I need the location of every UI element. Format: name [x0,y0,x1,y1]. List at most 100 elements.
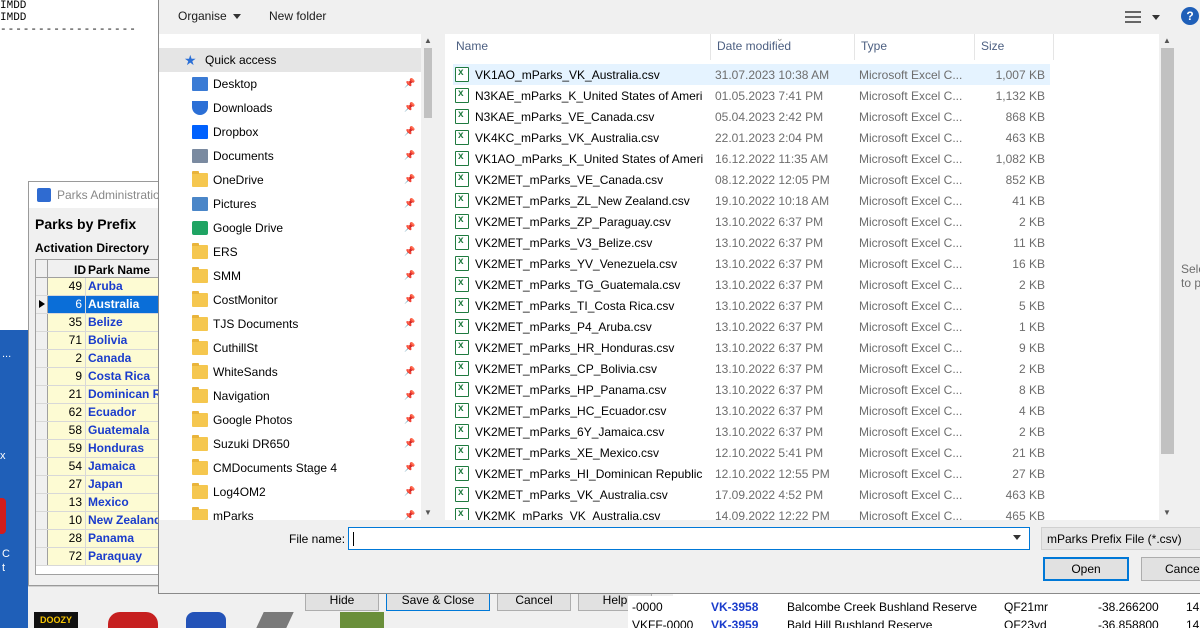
file-row[interactable]: VK2MET_mParks_HP_Panama.csv 13.10.2022 6:… [453,379,1050,400]
cancel-button[interactable]: Cance [1141,557,1200,581]
file-row[interactable]: VK2MET_mParks_V3_Belize.csv 13.10.2022 6:… [453,232,1050,253]
park-name-cell[interactable]: Paraquay [86,548,164,565]
nav-item[interactable]: CuthillSt 📌 [159,336,421,360]
row-selector[interactable] [36,296,48,313]
file-row[interactable]: VK2MET_mParks_ZL_New Zealand.csv 19.10.20… [453,190,1050,211]
nav-item[interactable]: Suzuki DR650 📌 [159,432,421,456]
new-folder-button[interactable]: New folder [269,9,326,23]
park-row[interactable]: 21 Dominican Re [36,386,164,404]
file-row[interactable]: VK1AO_mParks_K_United States of Ameri...… [453,148,1050,169]
nav-item[interactable]: Pictures 📌 [159,192,421,216]
scroll-up-icon[interactable]: ▲ [1163,36,1171,45]
column-header-type[interactable]: Type [861,39,887,53]
column-separator[interactable] [974,34,975,60]
column-header-name[interactable]: Name [456,39,488,53]
park-id-cell[interactable]: 54 [48,458,86,475]
column-separator[interactable] [854,34,855,60]
nav-item[interactable]: TJS Documents 📌 [159,312,421,336]
row-selector[interactable] [36,386,48,403]
park-row[interactable]: 2 Canada [36,350,164,368]
chevron-down-icon[interactable] [1013,535,1021,540]
file-row[interactable]: VK2MET_mParks_HI_Dominican Republic... 12… [453,463,1050,484]
file-list[interactable]: Name Date modified ⌄ Type Size VK1AO_mPa… [445,34,1159,520]
column-header-park-name[interactable]: Park Name [88,263,150,277]
nav-item[interactable]: Log4OM2 📌 [159,480,421,504]
park-name-cell[interactable]: Japan [86,476,164,493]
park-id-cell[interactable]: 21 [48,386,86,403]
park-row[interactable]: 71 Bolivia [36,332,164,350]
navigation-scrollbar[interactable]: ▲ ▼ [421,34,435,520]
row-selector[interactable] [36,476,48,493]
nav-item[interactable]: Google Photos 📌 [159,408,421,432]
file-row[interactable]: VK1AO_mParks_VK_Australia.csv 31.07.2023 … [453,64,1050,85]
file-row[interactable]: VK2MET_mParks_VK_Australia.csv 17.09.2022… [453,484,1050,505]
file-row[interactable]: N3KAE_mParks_K_United States of Ameri...… [453,85,1050,106]
file-row[interactable]: VK2MET_mParks_VE_Canada.csv 08.12.2022 12… [453,169,1050,190]
view-options-icon[interactable] [1125,11,1141,23]
park-name-cell[interactable]: Aruba [86,278,164,295]
navigation-scroll-thumb[interactable] [424,48,432,118]
row-selector[interactable] [36,440,48,457]
row-selector[interactable] [36,494,48,511]
scroll-down-icon[interactable]: ▼ [424,508,432,517]
file-row[interactable]: VK2MK_mParks_VK_Australia.csv 14.09.2022 … [453,505,1050,520]
park-id-cell[interactable]: 72 [48,548,86,565]
park-name-cell[interactable]: Australia [86,296,164,313]
row-selector[interactable] [36,458,48,475]
nav-item[interactable]: ERS 📌 [159,240,421,264]
file-row[interactable]: VK2MET_mParks_ZP_Paraguay.csv 13.10.2022 … [453,211,1050,232]
park-row[interactable]: 72 Paraquay [36,548,164,566]
park-id-cell[interactable]: 35 [48,314,86,331]
navigation-pane[interactable]: ★ Quick access Desktop 📌 Downloads 📌 Dropbox 📌 D… [159,34,435,520]
park-name-cell[interactable]: Canada [86,350,164,367]
park-id-cell[interactable]: 58 [48,422,86,439]
file-row[interactable]: VK2MET_mParks_HC_Ecuador.csv 13.10.2022 6… [453,400,1050,421]
park-name-cell[interactable]: Mexico [86,494,164,511]
help-icon[interactable]: ? [1181,7,1199,25]
row-selector[interactable] [36,404,48,421]
nav-item[interactable]: SMM 📌 [159,264,421,288]
file-type-select[interactable]: mParks Prefix File (*.csv) [1041,527,1200,550]
park-row[interactable]: 27 Japan [36,476,164,494]
file-row[interactable]: VK2MET_mParks_HR_Honduras.csv 13.10.2022 … [453,337,1050,358]
organise-button[interactable]: Organise [178,9,241,23]
park-name-cell[interactable]: Belize [86,314,164,331]
park-row[interactable]: 59 Honduras [36,440,164,458]
row-selector[interactable] [36,548,48,565]
park-name-cell[interactable]: Jamaica [86,458,164,475]
nav-item[interactable]: CMDocuments Stage 4 📌 [159,456,421,480]
park-name-cell[interactable]: Panama [86,530,164,547]
park-id-cell[interactable]: 27 [48,476,86,493]
view-chevron-down-icon[interactable] [1152,15,1160,20]
column-header-size[interactable]: Size [981,39,1004,53]
park-row[interactable]: 62 Ecuador [36,404,164,422]
park-id-cell[interactable]: 13 [48,494,86,511]
park-id-cell[interactable]: 71 [48,332,86,349]
file-row[interactable]: VK2MET_mParks_TG_Guatemala.csv 13.10.2022… [453,274,1050,295]
park-name-cell[interactable]: Costa Rica [86,368,164,385]
nav-item[interactable]: Dropbox 📌 [159,120,421,144]
file-name-input[interactable] [348,527,1030,550]
row-selector[interactable] [36,512,48,529]
nav-item[interactable]: ★ Quick access [159,48,421,72]
park-id-cell[interactable]: 9 [48,368,86,385]
park-row[interactable]: 13 Mexico [36,494,164,512]
file-list-scrollbar[interactable]: ▲ ▼ [1159,34,1176,520]
nav-item[interactable]: Documents 📌 [159,144,421,168]
nav-item[interactable]: Downloads 📌 [159,96,421,120]
park-id-cell[interactable]: 6 [48,296,86,313]
parks-grid[interactable]: ID Park Name 49 Aruba 6 Australia 35 Belize 71… [35,259,164,575]
nav-item[interactable]: WhiteSands 📌 [159,360,421,384]
column-separator[interactable] [710,34,711,60]
column-header-id[interactable]: ID [60,263,86,277]
park-id-cell[interactable]: 62 [48,404,86,421]
park-row[interactable]: 49 Aruba [36,278,164,296]
park-row[interactable]: 10 New Zealand [36,512,164,530]
row-selector[interactable] [36,530,48,547]
nav-item[interactable]: CostMonitor 📌 [159,288,421,312]
file-row[interactable]: VK2MET_mParks_P4_Aruba.csv 13.10.2022 6:3… [453,316,1050,337]
row-selector[interactable] [36,332,48,349]
row-selector[interactable] [36,368,48,385]
row-selector[interactable] [36,278,48,295]
row-selector[interactable] [36,350,48,367]
